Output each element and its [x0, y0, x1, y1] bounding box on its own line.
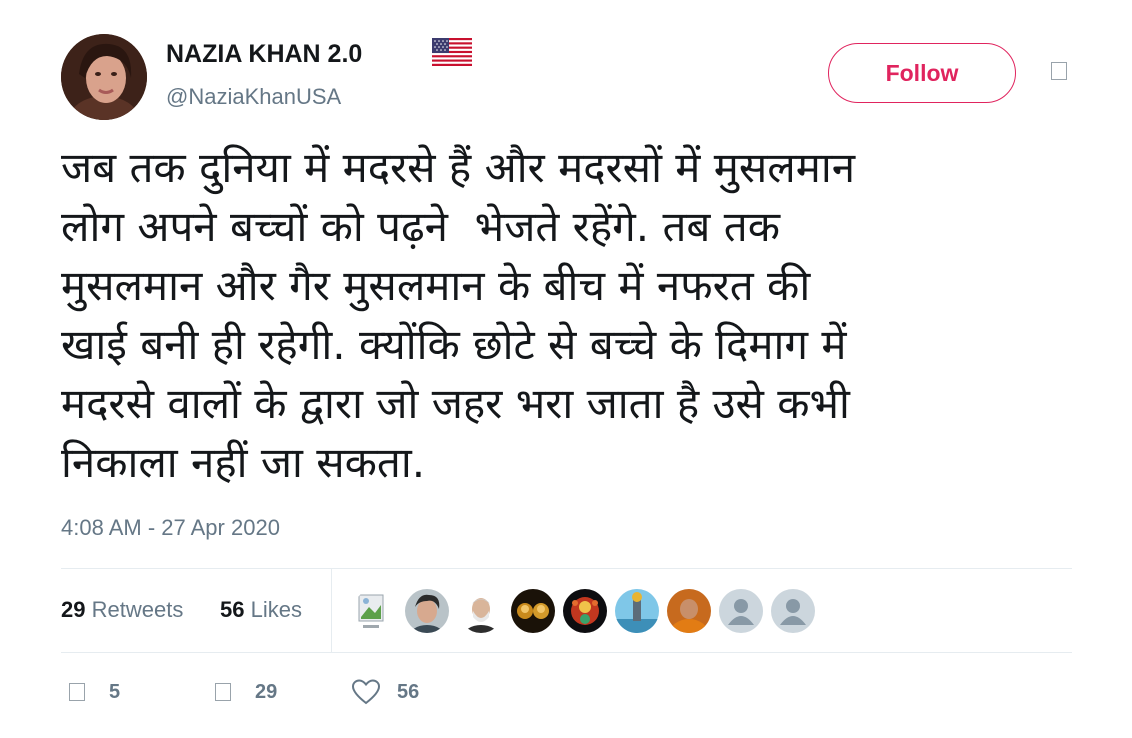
liker-avatar[interactable] — [771, 589, 815, 633]
stats-vertical-divider — [331, 568, 332, 652]
retweets-count: 29 — [61, 597, 86, 622]
liker-avatar[interactable] — [615, 589, 659, 633]
liker-avatar[interactable] — [459, 589, 503, 633]
likes-label: Likes — [250, 597, 302, 622]
tweet-text: जब तक दुनिया में मदरसे हैं और मदरसों में… — [61, 143, 856, 487]
retweets-stat[interactable]: 29 Retweets — [61, 597, 183, 623]
stats-bottom-divider — [61, 652, 1072, 653]
liker-avatar[interactable] — [353, 589, 397, 633]
retweet-button[interactable]: 29 — [215, 678, 277, 706]
retweets-label: Retweets — [91, 597, 184, 622]
likes-count: 56 — [220, 597, 245, 622]
tweet-timestamp[interactable]: 4:08 AM - 27 Apr 2020 — [61, 515, 280, 541]
reply-icon — [69, 683, 85, 701]
more-options-icon[interactable] — [1051, 62, 1067, 80]
liker-avatar[interactable] — [405, 589, 449, 633]
reply-count: 5 — [109, 680, 121, 703]
liker-avatar[interactable] — [667, 589, 711, 633]
liker-avatar[interactable] — [719, 589, 763, 633]
display-name[interactable]: NAZIA KHAN 2.0 — [166, 40, 362, 69]
heart-icon — [351, 679, 381, 705]
liker-avatar[interactable] — [563, 589, 607, 633]
us-flag-icon — [432, 38, 472, 66]
retweet-count: 29 — [255, 680, 278, 703]
like-button[interactable]: 56 — [351, 678, 419, 706]
retweet-icon — [215, 683, 231, 701]
follow-button[interactable]: Follow — [828, 43, 1016, 103]
user-handle[interactable]: @NaziaKhanUSA — [166, 84, 341, 110]
reply-button[interactable]: 5 — [69, 678, 120, 706]
like-count: 56 — [397, 680, 420, 703]
liker-avatar[interactable] — [511, 589, 555, 633]
stats-top-divider — [61, 568, 1072, 569]
likes-stat[interactable]: 56 Likes — [220, 597, 302, 623]
avatar[interactable] — [61, 34, 147, 120]
